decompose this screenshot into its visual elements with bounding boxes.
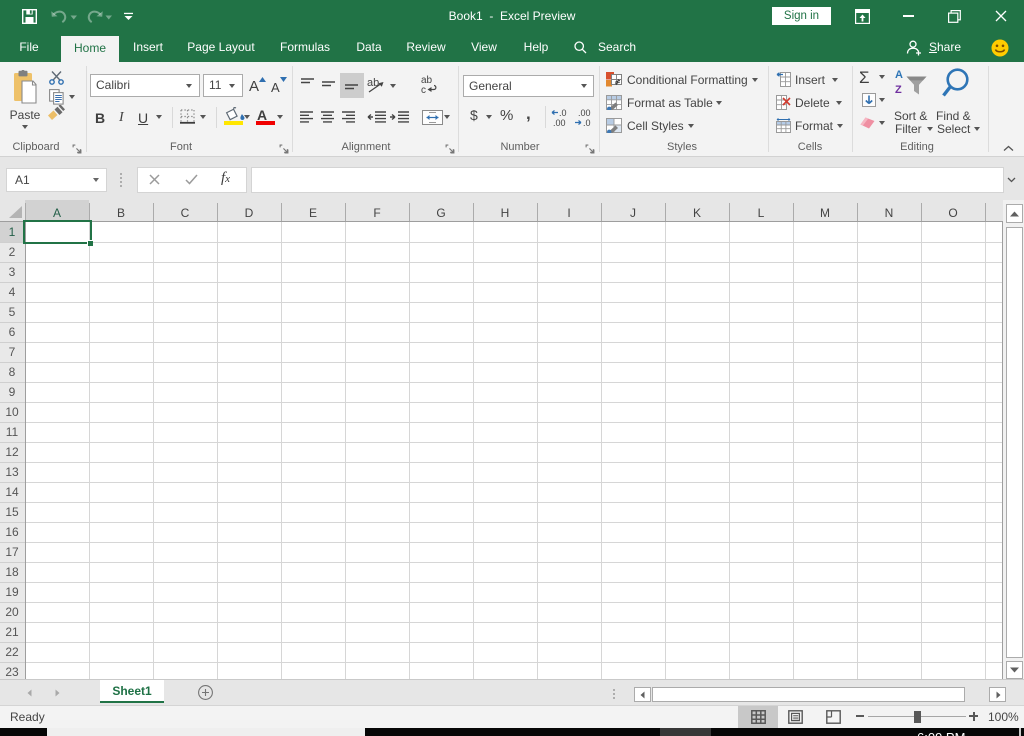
svg-text:.0: .0 — [559, 108, 567, 118]
svg-text:ab: ab — [367, 77, 379, 89]
svg-text:.0: .0 — [583, 118, 591, 127]
svg-text:c: c — [421, 85, 426, 94]
svg-text:.00: .00 — [553, 118, 566, 127]
svg-text:.00: .00 — [578, 108, 591, 118]
